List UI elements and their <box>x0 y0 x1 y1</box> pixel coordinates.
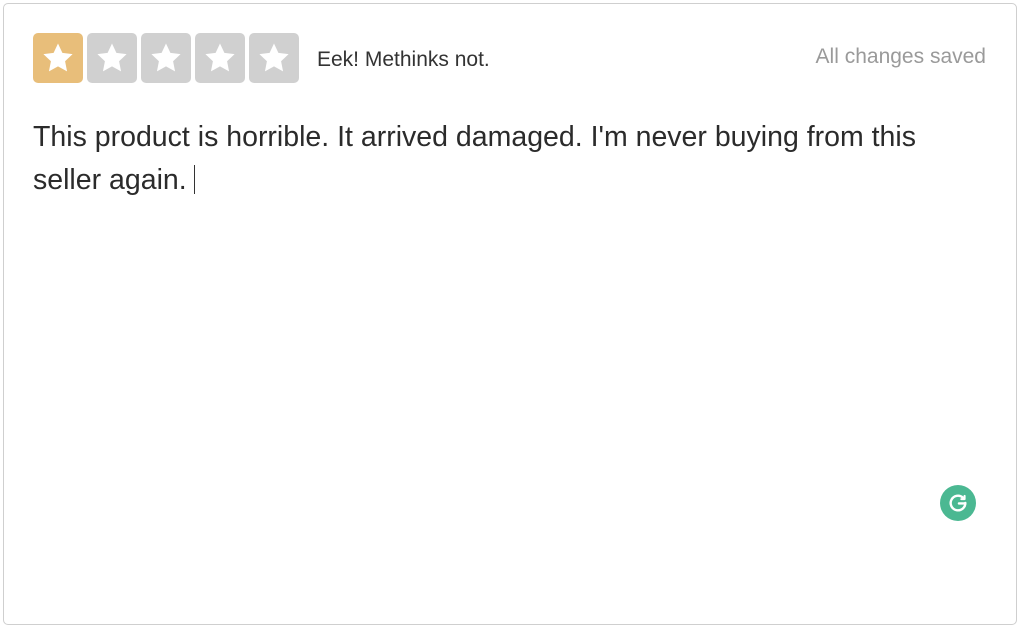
star-3-button[interactable] <box>141 33 191 83</box>
grammarly-button[interactable] <box>940 485 976 521</box>
review-card: Eek! Methinks not. All changes saved Thi… <box>3 3 1017 625</box>
review-textarea[interactable]: This product is horrible. It arrived dam… <box>33 116 973 202</box>
review-text-content: This product is horrible. It arrived dam… <box>33 121 924 196</box>
text-cursor <box>193 165 195 194</box>
star-rating <box>33 33 303 83</box>
star-icon <box>151 43 181 72</box>
star-icon <box>259 43 289 72</box>
star-2-button[interactable] <box>87 33 137 83</box>
star-rating-row: Eek! Methinks not. <box>33 33 490 83</box>
grammarly-icon <box>949 494 967 512</box>
star-icon <box>205 43 235 72</box>
star-icon <box>97 43 127 72</box>
star-4-button[interactable] <box>195 33 245 83</box>
star-5-button[interactable] <box>249 33 299 83</box>
star-icon <box>43 43 73 72</box>
rating-label: Eek! Methinks not. <box>317 48 490 71</box>
star-1-button[interactable] <box>33 33 83 83</box>
save-status: All changes saved <box>815 45 986 68</box>
